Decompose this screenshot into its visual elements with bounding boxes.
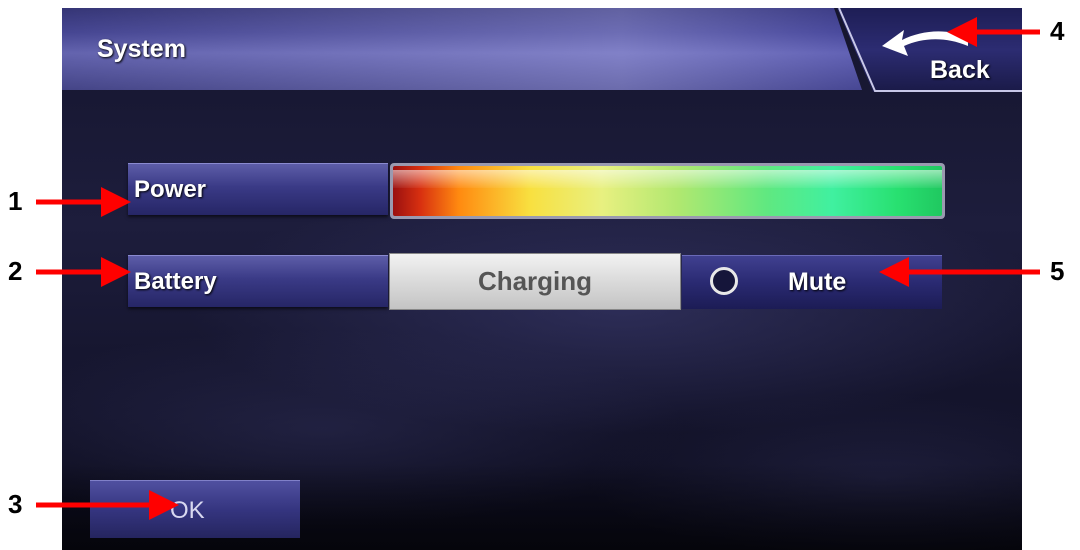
back-button-label: Back: [930, 56, 990, 84]
page-title: System: [97, 35, 186, 63]
charging-button[interactable]: Charging: [389, 253, 681, 310]
power-level-fill: [393, 166, 942, 216]
power-row-label: Power: [128, 163, 388, 215]
charging-button-label: Charging: [477, 266, 593, 296]
battery-row-label: Battery: [128, 255, 388, 307]
mute-button[interactable]: Mute: [682, 255, 942, 309]
mute-label: Mute: [788, 268, 847, 296]
power-label: Power: [134, 176, 207, 203]
ok-button-label: OK: [170, 497, 205, 524]
callout-number-1: 1: [8, 186, 23, 216]
back-arrow-icon: [882, 30, 968, 56]
callout-number-2: 2: [8, 256, 23, 286]
mute-radio-icon[interactable]: [710, 267, 738, 295]
ok-button[interactable]: OK: [90, 480, 300, 538]
callout-number-5: 5: [1050, 256, 1065, 286]
callout-number-4: 4: [1050, 16, 1065, 46]
power-level-bar[interactable]: [390, 163, 945, 219]
battery-label: Battery: [134, 268, 217, 295]
callout-number-3: 3: [8, 489, 23, 519]
device-screen: System Back Power Battery Charging Mute …: [62, 8, 1022, 550]
